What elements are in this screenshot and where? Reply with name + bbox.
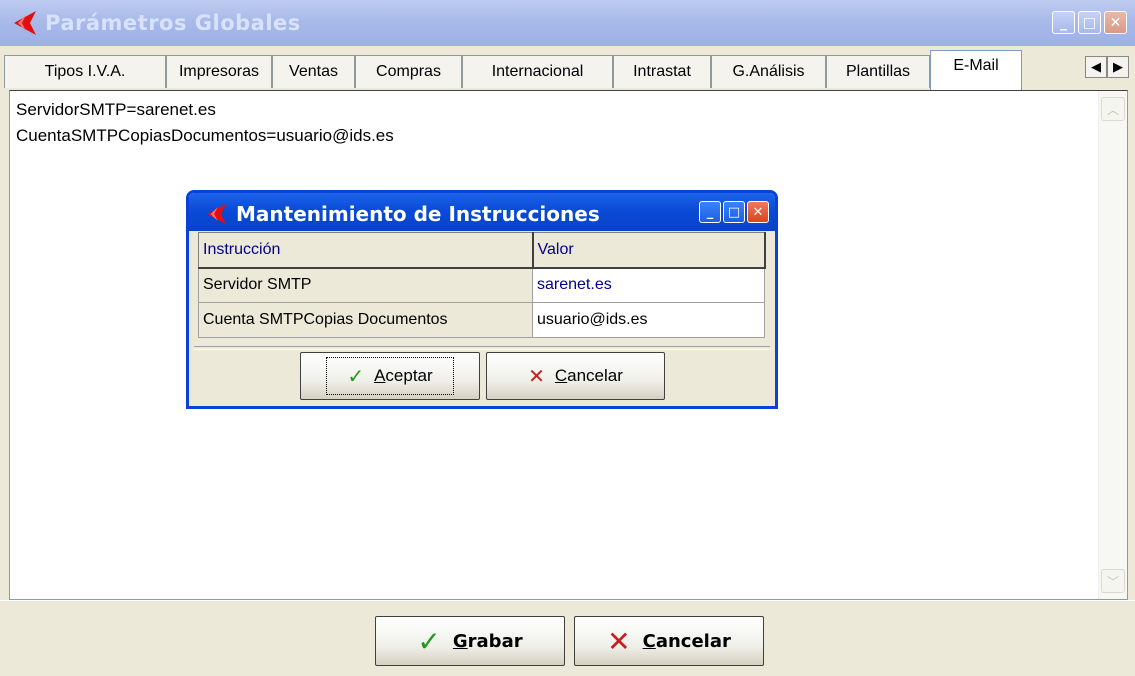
- check-icon: ✓: [417, 624, 441, 658]
- dialog-separator: [194, 346, 770, 350]
- tab-plantillas[interactable]: Plantillas: [826, 55, 930, 88]
- accept-label: ceptar: [385, 366, 433, 385]
- instruction-cell[interactable]: Cuenta SMTPCopias Documentos: [198, 302, 533, 338]
- save-mnemonic: G: [452, 630, 468, 652]
- tab-g-analisis[interactable]: G.Análisis: [711, 55, 826, 88]
- main-title-bar[interactable]: Parámetros Globales _ □ ✕: [0, 0, 1135, 46]
- app-logo-icon: [8, 9, 38, 42]
- cancel-mnemonic: C: [642, 630, 656, 652]
- dialog-title: Mantenimiento de Instrucciones: [236, 202, 600, 226]
- memo-line: CuentaSMTPCopiasDocumentos=usuario@ids.e…: [16, 126, 394, 145]
- memo-line: ServidorSMTP=sarenet.es: [16, 100, 216, 119]
- tab-strip: Tipos I.V.A. Impresoras Ventas Compras I…: [0, 46, 1135, 90]
- tab-compras[interactable]: Compras: [355, 55, 462, 88]
- cancel-mnemonic: C: [554, 366, 568, 385]
- instructions-dialog: Mantenimiento de Instrucciones _ □ ✕ Ins…: [186, 190, 778, 409]
- accept-button[interactable]: ✓ Aceptar: [300, 352, 480, 400]
- tab-impresoras[interactable]: Impresoras: [166, 55, 272, 88]
- window-title: Parámetros Globales: [45, 11, 301, 35]
- minimize-button[interactable]: _: [1052, 11, 1075, 34]
- tab-ventas[interactable]: Ventas: [272, 55, 355, 88]
- cancel-label: ancelar: [567, 366, 623, 385]
- tab-email[interactable]: E-Mail: [930, 50, 1022, 90]
- table-row[interactable]: Servidor SMTP sarenet.es: [198, 267, 765, 303]
- dialog-cancel-button[interactable]: ✕ Cancelar: [486, 352, 665, 400]
- column-header-valor[interactable]: Valor: [532, 232, 766, 269]
- table-row[interactable]: Cuenta SMTPCopias Documentos usuario@ids…: [198, 302, 765, 338]
- check-icon: ✓: [347, 364, 365, 388]
- maximize-button[interactable]: □: [1078, 11, 1101, 34]
- dialog-maximize-button[interactable]: □: [723, 201, 745, 223]
- cross-icon: ✕: [607, 624, 631, 658]
- close-button[interactable]: ✕: [1104, 11, 1127, 34]
- tab-scroll-right-icon[interactable]: ▶: [1107, 56, 1129, 78]
- scroll-up-icon[interactable]: ︿: [1101, 97, 1125, 121]
- vertical-scrollbar[interactable]: ︿ ﹀: [1098, 91, 1127, 599]
- cancel-label: ancelar: [655, 630, 731, 652]
- instruction-cell[interactable]: Servidor SMTP: [198, 267, 533, 303]
- value-cell[interactable]: sarenet.es: [532, 267, 765, 303]
- value-cell[interactable]: usuario@ids.es: [532, 302, 765, 338]
- tab-scroll-left-icon[interactable]: ◀: [1085, 56, 1107, 78]
- tab-scroller: ◀ ▶: [1085, 56, 1129, 78]
- instructions-grid: Instrucción Valor Servidor SMTP sarenet.…: [198, 232, 766, 338]
- save-button[interactable]: ✓ Grabar: [375, 616, 565, 666]
- column-header-instruccion[interactable]: Instrucción: [198, 232, 534, 269]
- scroll-down-icon[interactable]: ﹀: [1101, 569, 1125, 593]
- app-logo-icon: [201, 202, 229, 231]
- dialog-title-bar[interactable]: Mantenimiento de Instrucciones _ □ ✕: [189, 193, 775, 231]
- cancel-button[interactable]: ✕ Cancelar: [574, 616, 764, 666]
- dialog-close-button[interactable]: ✕: [747, 201, 769, 223]
- dialog-minimize-button[interactable]: _: [699, 201, 721, 223]
- tab-internacional[interactable]: Internacional: [462, 55, 613, 88]
- footer-bar: ✓ Grabar ✕ Cancelar: [0, 600, 1135, 676]
- tab-tipos-iva[interactable]: Tipos I.V.A.: [4, 55, 166, 88]
- accept-mnemonic: A: [374, 366, 386, 385]
- save-label: rabar: [467, 630, 523, 652]
- cross-icon: ✕: [528, 364, 545, 388]
- tab-intrastat[interactable]: Intrastat: [613, 55, 711, 88]
